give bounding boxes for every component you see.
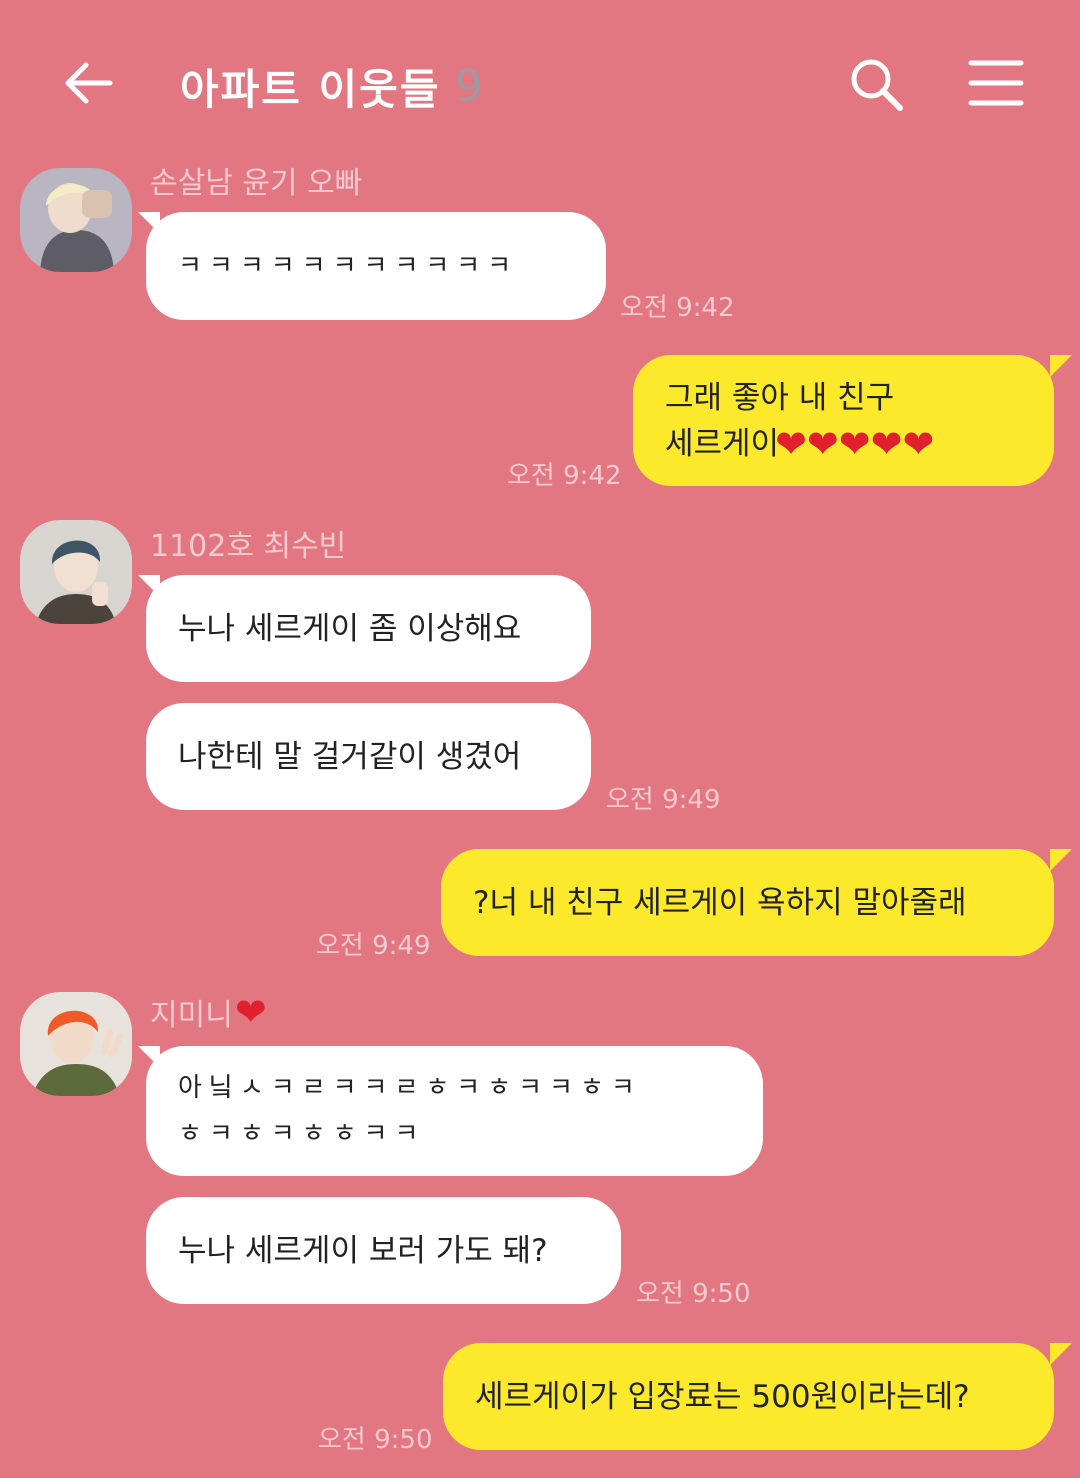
- message-bubble[interactable]: ?너 내 친구 세르게이 욕하지 말아줄래: [441, 849, 1054, 956]
- sender-name: 지미니 ❤: [150, 990, 267, 1034]
- message-text-line: 세르게이 ❤❤❤❤❤: [665, 421, 1022, 467]
- chat-title: 아파트 이웃들 9: [180, 56, 484, 116]
- chat-header: 아파트 이웃들 9: [0, 0, 1080, 165]
- message-time: 오전 9:49: [606, 785, 721, 815]
- back-button[interactable]: [60, 55, 116, 111]
- message-time: 오전 9:50: [318, 1425, 433, 1455]
- message-bubble[interactable]: 누나 세르게이 좀 이상해요: [146, 575, 591, 682]
- arrow-left-icon: [65, 62, 113, 104]
- message-text-line: ㅎㅋㅎㅋㅎㅎㅋㅋ: [178, 1119, 426, 1149]
- search-icon: [851, 59, 903, 111]
- heart-icon: ❤: [234, 990, 267, 1034]
- avatar[interactable]: [20, 520, 132, 624]
- message-time: 오전 9:42: [507, 461, 622, 491]
- search-button[interactable]: [846, 54, 906, 114]
- message-bubble[interactable]: 나한테 말 걸거같이 생겼어: [146, 703, 591, 810]
- message-time: 오전 9:42: [620, 293, 735, 323]
- message-text-line: 그래 좋아 내 친구: [665, 379, 895, 416]
- bubble-tail: [1050, 1343, 1072, 1365]
- chat-room-name: 아파트 이웃들: [180, 64, 441, 114]
- message-bubble[interactable]: 누나 세르게이 보러 가도 돼?: [146, 1197, 621, 1304]
- message-text: ?너 내 친구 세르게이 욕하지 말아줄래: [473, 884, 967, 921]
- message-bubble[interactable]: 그래 좋아 내 친구 세르게이 ❤❤❤❤❤: [633, 355, 1054, 486]
- bubble-tail: [1050, 849, 1072, 871]
- hamburger-menu-icon: [968, 60, 1024, 106]
- heart-icon: ❤❤❤❤❤: [775, 421, 935, 466]
- message-bubble[interactable]: 아닠ㅅㅋㄹㅋㅋㄹㅎㅋㅎㅋㅋㅎㅋ ㅎㅋㅎㅋㅎㅎㅋㅋ: [146, 1046, 763, 1176]
- message-bubble[interactable]: ㅋㅋㅋㅋㅋㅋㅋㅋㅋㅋㅋ: [146, 212, 606, 320]
- message-time: 오전 9:50: [636, 1279, 751, 1309]
- member-count: 9: [454, 60, 485, 112]
- sender-name: 손살남 윤기 오빠: [150, 166, 363, 201]
- avatar[interactable]: [20, 992, 132, 1096]
- message-text: 세르게이가 입장료는 500원이라는데?: [475, 1378, 970, 1415]
- bubble-tail: [1050, 355, 1072, 377]
- message-text: 세르게이: [665, 425, 780, 462]
- sender-name-text: 지미니: [150, 998, 233, 1033]
- message-text: 누나 세르게이 좀 이상해요: [178, 610, 522, 647]
- message-text: 나한테 말 걸거같이 생겼어: [178, 738, 522, 775]
- avatar[interactable]: [20, 168, 132, 272]
- message-text: 누나 세르게이 보러 가도 돼?: [178, 1232, 548, 1269]
- menu-button[interactable]: [968, 58, 1024, 108]
- message-text-line: 아닠ㅅㅋㄹㅋㅋㄹㅎㅋㅎㅋㅋㅎㅋ: [178, 1073, 642, 1103]
- sender-name: 1102호 최수빈: [150, 529, 347, 564]
- message-bubble[interactable]: 세르게이가 입장료는 500원이라는데?: [443, 1343, 1054, 1450]
- message-text: ㅋㅋㅋㅋㅋㅋㅋㅋㅋㅋㅋ: [178, 251, 519, 281]
- message-time: 오전 9:49: [316, 931, 431, 961]
